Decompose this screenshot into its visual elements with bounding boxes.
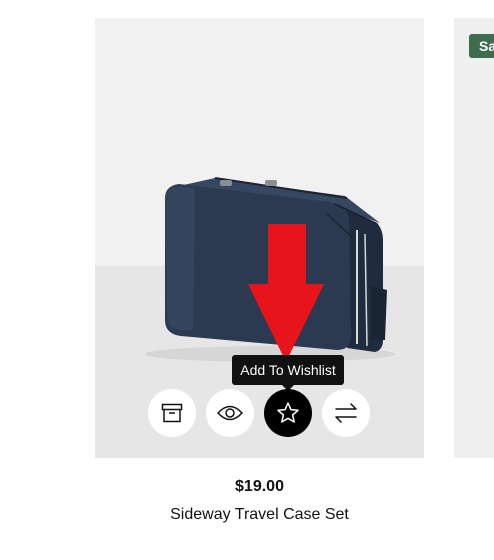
add-to-cart-button[interactable] (148, 389, 196, 437)
wishlist-tooltip: Add To Wishlist (232, 355, 344, 391)
eye-icon (217, 405, 243, 421)
box-icon (161, 403, 183, 423)
compare-button[interactable] (322, 389, 370, 437)
star-icon (277, 402, 299, 423)
quick-view-button[interactable] (206, 389, 254, 437)
product-price: $19.00 (235, 478, 284, 495)
product-title[interactable]: Sideway Travel Case Set (95, 506, 424, 524)
sale-badge: Sale (469, 34, 494, 58)
red-arrow-annotation (248, 224, 324, 362)
arrows-swap-icon (335, 403, 357, 423)
next-product-card[interactable] (454, 18, 494, 458)
add-to-wishlist-button[interactable] (264, 389, 312, 437)
